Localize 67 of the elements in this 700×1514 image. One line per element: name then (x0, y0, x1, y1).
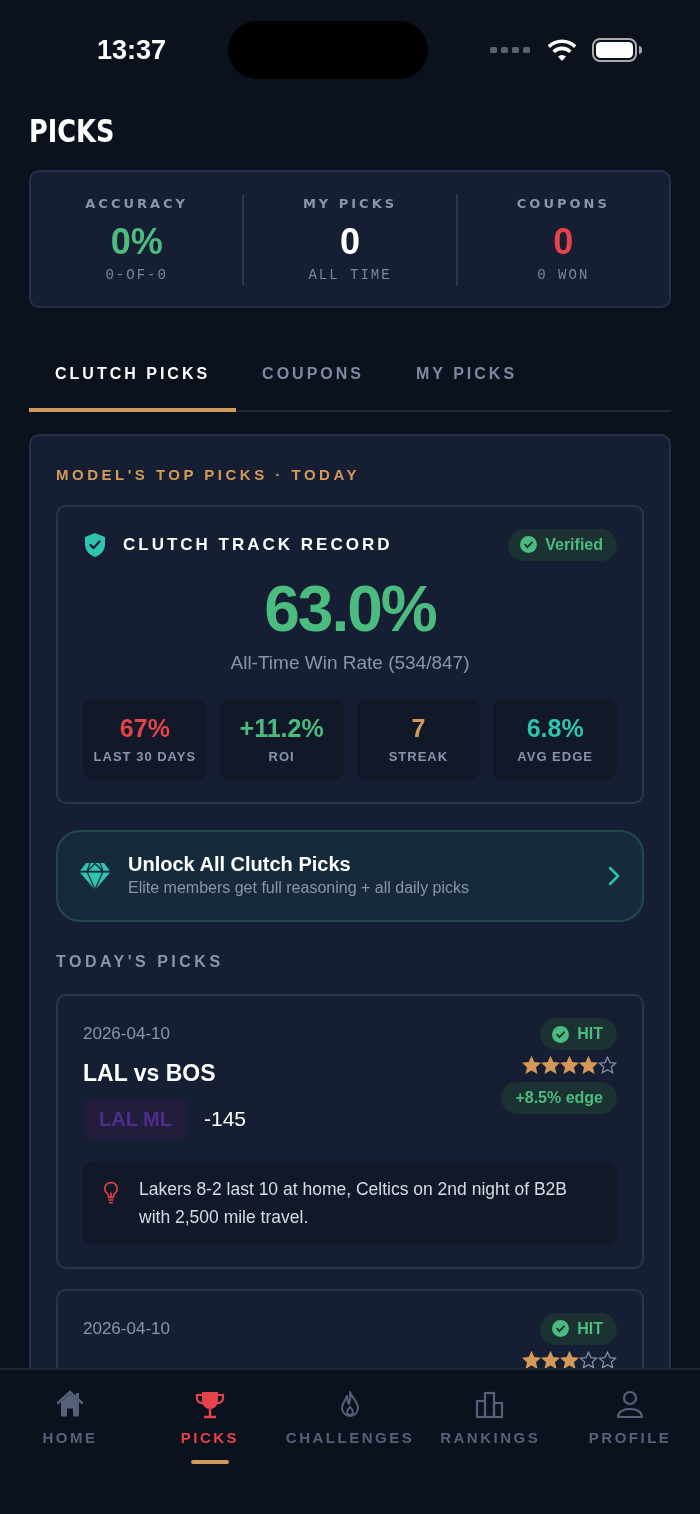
clock-time: 13:37 (97, 33, 167, 67)
chevron-right-icon (608, 866, 620, 887)
stat-caption: 0 WON (537, 266, 590, 286)
tab[interactable]: MY PICKS (390, 354, 544, 413)
tab[interactable]: CLUTCH PICKS (29, 354, 237, 413)
check-circle-icon (520, 536, 538, 554)
trophy-icon (193, 1389, 226, 1421)
win-rate: 63.0% (263, 576, 437, 641)
tab[interactable]: COUPONS (236, 354, 390, 413)
nav-tab[interactable]: CHALLENGES (279, 1388, 421, 1514)
banner-subtitle: Elite members get full reasoning + all daily picks (128, 878, 471, 899)
badge-label: HIT (577, 1318, 603, 1339)
lightbulb-icon (103, 1180, 119, 1205)
metric-label: ROI (268, 747, 295, 766)
metric-label: STREAK (388, 747, 449, 766)
nav-tab[interactable]: PROFILE (560, 1388, 700, 1514)
pick-date: 2026-04-10 (83, 1023, 170, 1046)
win-rate-caption: All-Time Win Rate (534/847) (229, 650, 471, 675)
page-title: PICKS (29, 112, 115, 151)
stat-label: COUPONS (516, 195, 610, 214)
shield-check-icon (83, 531, 107, 558)
wifi-icon (548, 39, 576, 61)
nav-tab[interactable]: PICKS (139, 1388, 280, 1514)
star-icon (522, 1056, 541, 1075)
nav-tab[interactable]: HOME (0, 1388, 140, 1514)
pick-tag: LAL ML (83, 1098, 188, 1139)
star-icon (579, 1350, 598, 1368)
badge-label: HIT (577, 1024, 603, 1045)
star-icon (579, 1056, 598, 1075)
star-icon (541, 1056, 560, 1075)
pick-date: 2026-04-10 (83, 1317, 170, 1340)
check-circle-icon (552, 1025, 570, 1043)
stat-label: MY PICKS (302, 195, 398, 214)
star-icon (598, 1056, 617, 1075)
battery-icon (592, 38, 642, 62)
stat-value: 0 (339, 219, 360, 264)
nav-tab[interactable]: RANKINGS (420, 1388, 561, 1514)
metric-value: 7 (411, 715, 426, 743)
stat-label: ACCURACY (85, 195, 189, 214)
odds: -145 (203, 1105, 246, 1132)
metric-label: AVG EDGE (517, 747, 593, 766)
star-icon (598, 1350, 617, 1368)
edge-badge: +8.5% edge (501, 1082, 617, 1115)
active-indicator (190, 1459, 229, 1464)
stat-caption: 0-OF-0 (105, 266, 168, 286)
check-circle-icon (552, 1320, 570, 1338)
badge-label: Verified (545, 534, 603, 555)
star-icon (541, 1350, 560, 1368)
signal-icon (490, 46, 532, 54)
star-icon (522, 1350, 541, 1368)
section-title: TODAY'S PICKS (56, 952, 225, 973)
banner-title: Unlock All Clutch Picks (128, 852, 352, 877)
star-icon (560, 1350, 579, 1368)
diamond-icon (80, 862, 110, 891)
section-title: MODEL'S TOP PICKS · TODAY (56, 465, 361, 486)
unlock-banner[interactable]: Unlock All Clutch Picks Elite members get full reasoning + all daily picks (56, 830, 644, 923)
metric-value: 6.8% (526, 715, 584, 743)
card-title: CLUTCH TRACK RECORD (123, 533, 393, 556)
stat-caption: ALL TIME (308, 266, 392, 286)
metric-value: 67% (119, 715, 170, 743)
metric-value: +11.2% (239, 715, 324, 743)
metric-label: LAST 30 DAYS (93, 747, 197, 766)
stat-value: 0% (110, 219, 163, 264)
star-icon (560, 1056, 579, 1075)
reason-text: Lakers 8-2 last 10 at home, Celtics on 2nd night of B2B with 2,500 mile travel. (139, 1177, 569, 1229)
matchup: LAL vs BOS (83, 1059, 217, 1089)
stat-value: 0 (553, 219, 574, 264)
